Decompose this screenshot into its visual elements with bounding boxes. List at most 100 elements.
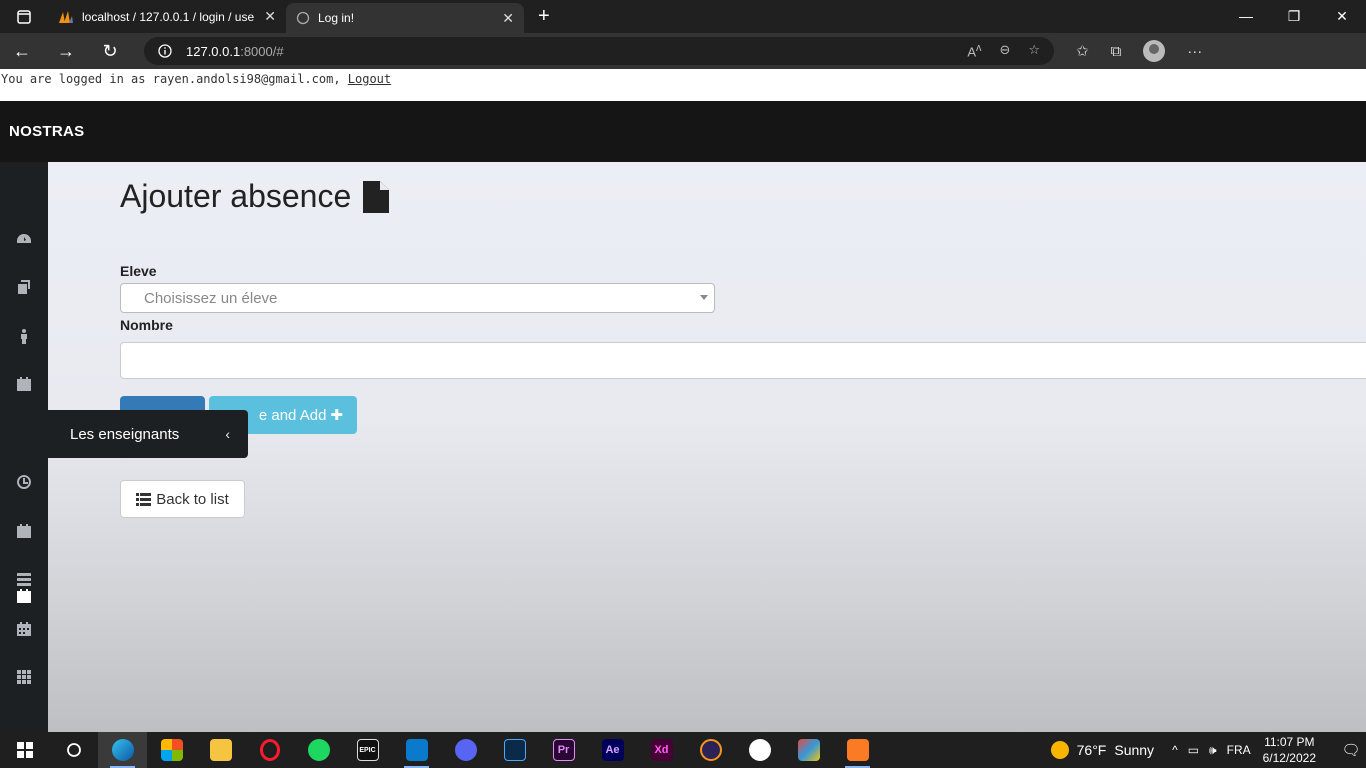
taskbar-edge[interactable] — [98, 732, 147, 768]
store-icon — [160, 739, 183, 761]
sidebar-item-grid[interactable] — [0, 653, 48, 701]
chevron-up-icon[interactable]: ^ — [1172, 743, 1178, 758]
taskbar-app-2[interactable] — [735, 732, 784, 768]
windows-icon — [16, 742, 33, 758]
grid-icon — [17, 670, 31, 684]
flyout-label: Les enseignants — [70, 425, 180, 443]
language-indicator[interactable]: FRA — [1227, 743, 1251, 758]
server-icon — [17, 573, 31, 586]
weather-widget[interactable]: 76°F Sunny — [1050, 741, 1154, 759]
session-bar: You are logged in as rayen.andolsi98@gma… — [0, 69, 1366, 101]
profile-avatar[interactable] — [1143, 40, 1166, 62]
info-icon[interactable] — [158, 44, 172, 58]
new-tab-button[interactable]: + — [538, 5, 550, 28]
phpmyadmin-icon — [59, 10, 73, 23]
calendar-grid-icon — [17, 622, 31, 636]
caret-down-icon — [700, 295, 708, 300]
sidebar-item-copy[interactable] — [0, 263, 48, 311]
sidebar-item-person[interactable] — [0, 312, 48, 360]
taskbar-paint[interactable] — [784, 732, 833, 768]
url-host: 127.0.0.1 — [186, 43, 241, 59]
nombre-input[interactable] — [120, 342, 1366, 379]
taskbar-app[interactable] — [490, 732, 539, 768]
clock-icon — [17, 475, 32, 489]
xampp-icon — [846, 739, 869, 761]
collections-icon[interactable]: ⧉ — [1111, 43, 1122, 60]
sidebar-item-list[interactable] — [0, 555, 48, 603]
url-path: :8000/# — [240, 43, 284, 59]
plus-icon: ✚ — [330, 407, 343, 424]
sun-icon — [1050, 741, 1069, 759]
eleve-select-placeholder: Choisissez un éleve — [144, 289, 278, 307]
taskbar-explorer[interactable] — [196, 732, 245, 768]
page-title: Ajouter absence — [120, 178, 390, 215]
taskbar-opera[interactable] — [245, 732, 294, 768]
app-2-icon — [748, 739, 771, 761]
start-button[interactable] — [0, 732, 49, 768]
taskbar: EPIC Pr Ae Xd 76°F Sunny ^ ▭ 🕪 FRA 11:07… — [0, 732, 1366, 768]
forward-button[interactable]: → — [44, 41, 88, 62]
tab-login[interactable]: Log in! ✕ — [286, 3, 524, 33]
taskbar-spotify[interactable] — [294, 732, 343, 768]
tab-phpmyadmin[interactable]: localhost / 127.0.0.1 / login / use ✕ — [48, 0, 286, 33]
clock-time: 11:07 PM — [1264, 735, 1315, 749]
sidebar-item-calendar-3[interactable] — [0, 605, 48, 653]
page-title-text: Ajouter absence — [120, 178, 352, 214]
clock[interactable]: 11:07 PM 6/12/2022 — [1263, 734, 1316, 766]
dashboard-icon — [17, 234, 31, 243]
taskbar-xd[interactable]: Xd — [637, 732, 686, 768]
taskbar-premiere[interactable]: Pr — [539, 732, 588, 768]
sidebar-flyout[interactable]: Les enseignants ‹ — [48, 410, 248, 458]
discord-icon — [454, 739, 477, 761]
tab-close-icon[interactable]: ✕ — [502, 10, 514, 27]
file-icon — [363, 180, 390, 213]
address-bar[interactable]: 127.0.0.1:8000/# Aʌ ⊖ ☆ — [144, 37, 1054, 65]
vscode-icon — [405, 739, 428, 761]
tab-close-icon[interactable]: ✕ — [264, 8, 276, 25]
tab-actions-button[interactable] — [0, 0, 48, 33]
eleve-select[interactable]: Choisissez un éleve — [120, 283, 715, 313]
sidebar-item-dashboard[interactable] — [0, 215, 48, 263]
nombre-label: Nombre — [120, 317, 173, 333]
taskbar-discord[interactable] — [441, 732, 490, 768]
network-icon[interactable]: ▭ — [1188, 743, 1199, 758]
taskbar-vscode[interactable] — [392, 732, 441, 768]
brand-logo[interactable]: NOSTRAS — [9, 123, 84, 140]
back-button[interactable]: ← — [0, 41, 44, 62]
person-icon — [21, 329, 27, 344]
chevron-left-icon[interactable]: ‹ — [225, 426, 230, 442]
list-icon — [136, 492, 152, 506]
sidebar-item-calendar-1[interactable] — [0, 360, 48, 408]
sidebar-item-clock[interactable] — [0, 458, 48, 506]
notification-icon[interactable]: 🗨 — [1336, 732, 1366, 768]
favorites-icon[interactable]: ✩ — [1076, 42, 1089, 60]
xd-icon: Xd — [650, 739, 673, 761]
close-window-button[interactable]: ✕ — [1318, 8, 1366, 25]
app-header: NOSTRAS — [0, 101, 1366, 162]
zoom-icon[interactable]: ⊖ — [999, 42, 1010, 59]
reload-button[interactable]: ↻ — [88, 41, 132, 62]
copy-icon — [18, 280, 30, 294]
search-icon — [66, 743, 81, 757]
back-to-list-button[interactable]: Back to list — [120, 480, 245, 518]
taskbar-store[interactable] — [147, 732, 196, 768]
back-to-list-label: Back to list — [156, 490, 229, 508]
logout-link[interactable]: Logout — [348, 72, 391, 86]
volume-icon[interactable]: 🕪 — [1209, 743, 1217, 758]
taskbar-epic[interactable]: EPIC — [343, 732, 392, 768]
add-favorite-icon[interactable]: ☆ — [1028, 42, 1040, 59]
opera-icon — [259, 739, 280, 761]
maximize-button[interactable]: ❐ — [1270, 8, 1318, 25]
sidebar-item-calendar-2[interactable] — [0, 507, 48, 555]
minimize-button[interactable]: — — [1222, 8, 1270, 25]
logged-in-text: You are logged in as rayen.andolsi98@gma… — [1, 72, 348, 86]
window-controls: — ❐ ✕ — [1222, 8, 1366, 25]
menu-button[interactable]: ··· — [1187, 43, 1202, 60]
search-button[interactable] — [49, 732, 98, 768]
taskbar-eclipse[interactable] — [686, 732, 735, 768]
browser-tabstrip: localhost / 127.0.0.1 / login / use ✕ Lo… — [0, 0, 1366, 33]
taskbar-xampp[interactable] — [833, 732, 882, 768]
taskbar-aftereffects[interactable]: Ae — [588, 732, 637, 768]
read-aloud-icon[interactable]: Aʌ — [967, 42, 981, 59]
calendar-icon — [17, 524, 31, 538]
